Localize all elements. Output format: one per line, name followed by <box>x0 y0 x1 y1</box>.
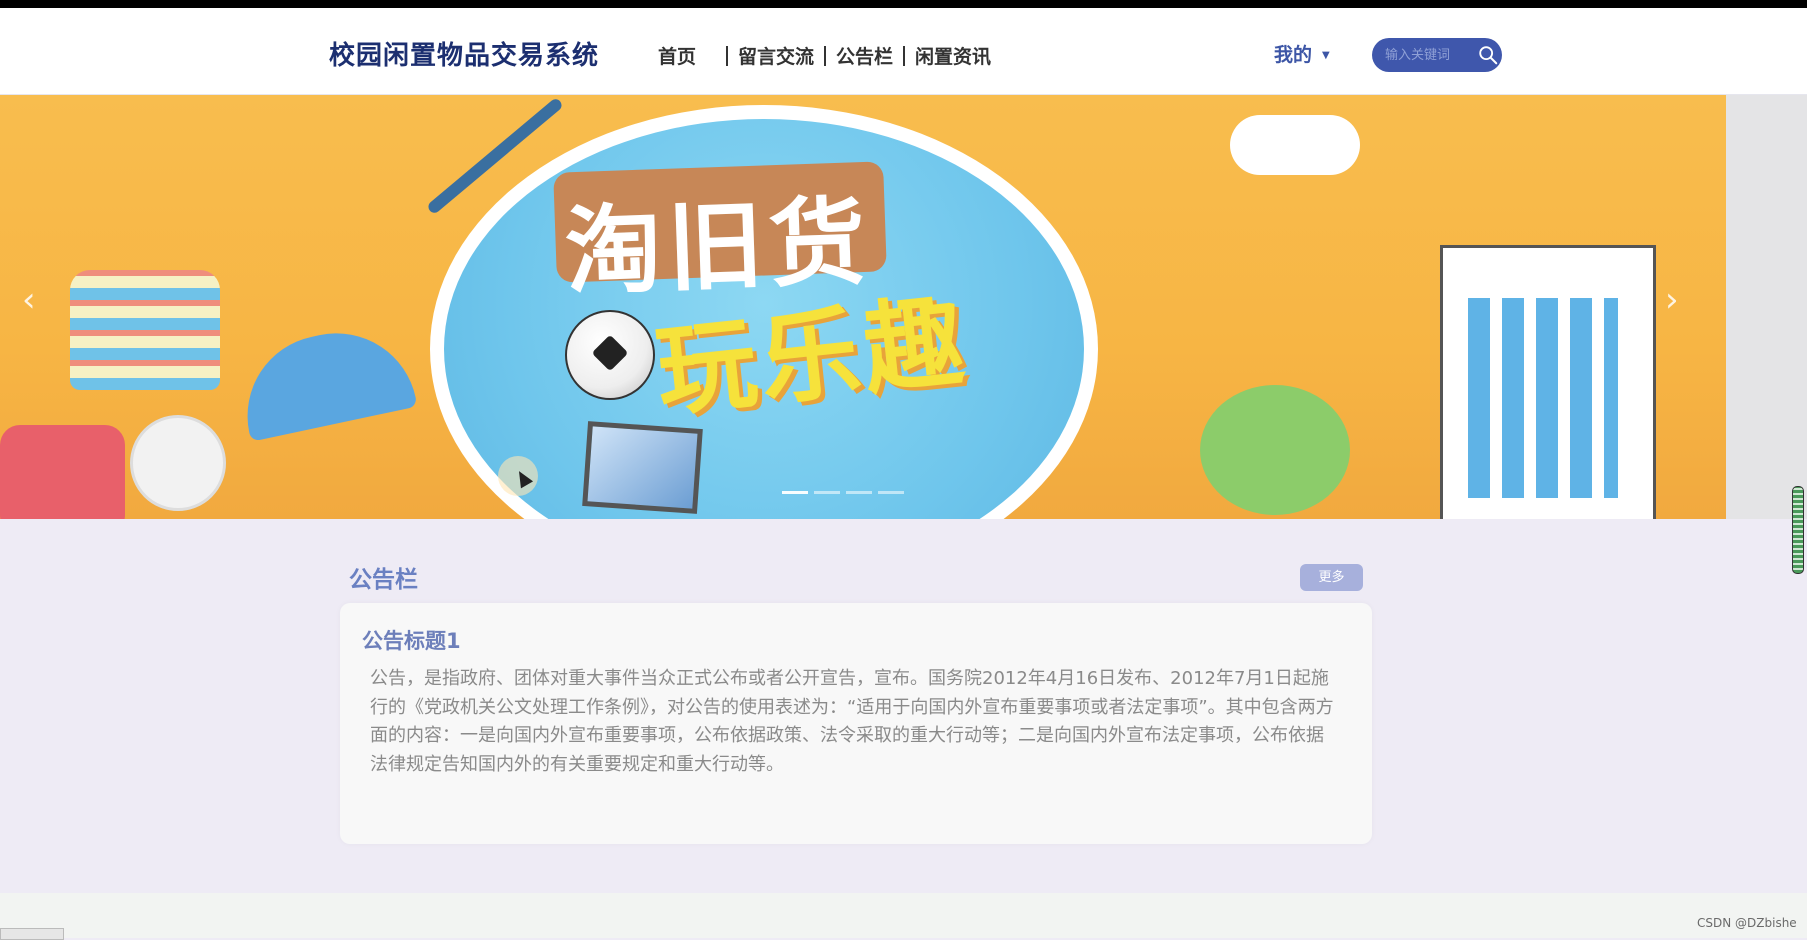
watermark: CSDN @DZbishe <box>1697 916 1797 930</box>
notice-card[interactable]: 公告标题1 公告，是指政府、团体对重大事件当众正式公布或者公开宣告，宣布。国务院… <box>340 603 1372 844</box>
chevron-right-icon[interactable]: › <box>1665 280 1679 320</box>
more-button[interactable]: 更多 <box>1300 564 1363 591</box>
cloud-illustration <box>1230 115 1360 175</box>
window-top-bar <box>0 0 1807 8</box>
site-header: 校园闲置物品交易系统 首页 留言交流 公告栏 闲置资讯 我的 ▼ <box>0 8 1807 95</box>
banner-carousel[interactable]: 淘旧货 玩乐趣 ‹ › <box>0 95 1726 519</box>
carousel-indicators <box>782 491 904 494</box>
notice-title[interactable]: 公告标题1 <box>362 625 461 655</box>
notice-section-title: 公告栏 <box>349 567 418 593</box>
nav-item-home[interactable]: 首页 <box>652 42 702 69</box>
scrollbar-thumb[interactable] <box>1792 486 1804 574</box>
nav-item-messages[interactable]: 留言交流 <box>732 42 820 69</box>
tree-illustration <box>1200 385 1350 515</box>
nav-item-notices[interactable]: 公告栏 <box>830 42 899 69</box>
tshirt-illustration <box>70 270 220 390</box>
carousel-dot[interactable] <box>878 491 904 494</box>
site-title[interactable]: 校园闲置物品交易系统 <box>329 35 599 72</box>
search-icon[interactable] <box>1477 44 1499 66</box>
search-box <box>1372 38 1502 72</box>
main-nav: 首页 留言交流 公告栏 闲置资讯 <box>652 42 997 69</box>
carousel-dot[interactable] <box>814 491 840 494</box>
chevron-left-icon[interactable]: ‹ <box>22 280 36 320</box>
carousel-dot[interactable] <box>782 491 808 494</box>
user-menu-label: 我的 <box>1274 44 1313 66</box>
banner-edge <box>1726 95 1807 519</box>
nav-divider <box>824 45 827 66</box>
footer-band <box>0 893 1807 938</box>
notice-body: 公告，是指政府、团体对重大事件当众正式公布或者公开宣告，宣布。国务院2012年4… <box>370 668 1334 775</box>
status-tab <box>0 928 64 940</box>
fan-illustration <box>130 415 226 511</box>
suitcase-illustration <box>0 425 125 519</box>
carousel-dot[interactable] <box>846 491 872 494</box>
building-illustration <box>1440 245 1656 519</box>
nav-divider <box>903 45 906 66</box>
soccer-ball-illustration <box>565 310 655 400</box>
tv-illustration <box>582 421 703 514</box>
umbrella-illustration <box>232 318 418 442</box>
nav-divider <box>726 45 729 66</box>
caret-down-icon: ▼ <box>1322 50 1330 61</box>
search-input[interactable] <box>1383 46 1471 64</box>
user-menu[interactable]: 我的 ▼ <box>1274 40 1330 67</box>
nav-item-news[interactable]: 闲置资讯 <box>909 42 997 69</box>
